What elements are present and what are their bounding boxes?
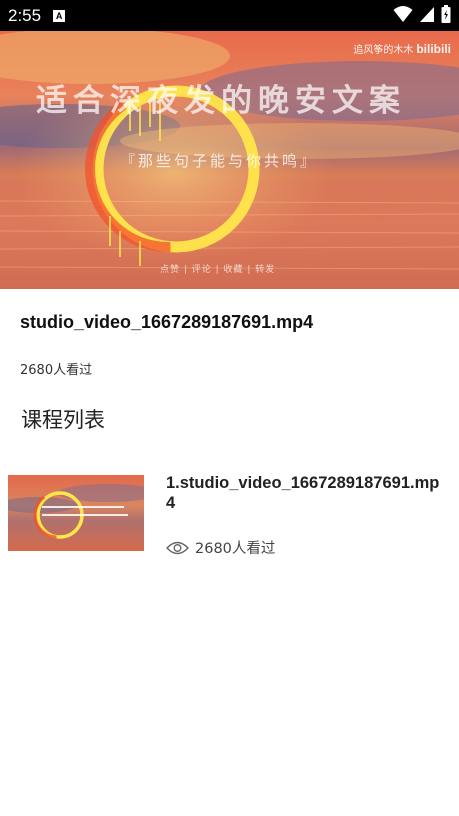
signal-icon bbox=[420, 7, 434, 22]
hero-subtitle: 『那些句子能与你共鸣』 bbox=[120, 152, 319, 170]
course-title[interactable]: 1.studio_video_1667289187691.mp4 bbox=[166, 473, 448, 513]
watermark-author: 追风筝的木木 bbox=[353, 45, 414, 56]
wifi-icon bbox=[393, 6, 413, 22]
eye-icon bbox=[166, 541, 189, 554]
video-title: studio_video_1667289187691.mp4 bbox=[20, 312, 314, 332]
status-bar: 2:55 A bbox=[0, 0, 459, 31]
notification-icon: A bbox=[53, 9, 66, 22]
course-list-heading: 课程列表 bbox=[21, 408, 105, 432]
view-count: 2680人看过 bbox=[20, 363, 93, 378]
hero-watermark: 追风筝的木木 bilibili bbox=[353, 41, 451, 56]
hero-title: 适合深夜发的晚安文案 bbox=[36, 83, 406, 119]
course-views: 2680人看过 bbox=[166, 537, 275, 558]
bilibili-logo: bilibili bbox=[416, 42, 451, 56]
hero-bottom-text: 点赞 | 评论 | 收藏 | 转发 bbox=[160, 265, 276, 275]
course-list-item[interactable]: 1.studio_video_1667289187691.mp4 2680人看过 bbox=[0, 465, 459, 565]
battery-icon bbox=[441, 5, 451, 23]
course-thumbnail-art bbox=[8, 475, 144, 551]
status-time: 2:55 bbox=[8, 5, 42, 25]
video-player[interactable]: 适合深夜发的晚安文案 『那些句子能与你共鸣』 追风筝的木木 bilibili 点赞… bbox=[0, 31, 459, 289]
course-thumbnail[interactable] bbox=[8, 475, 144, 551]
status-icons bbox=[393, 5, 451, 23]
course-views-label: 2680人看过 bbox=[195, 541, 276, 557]
